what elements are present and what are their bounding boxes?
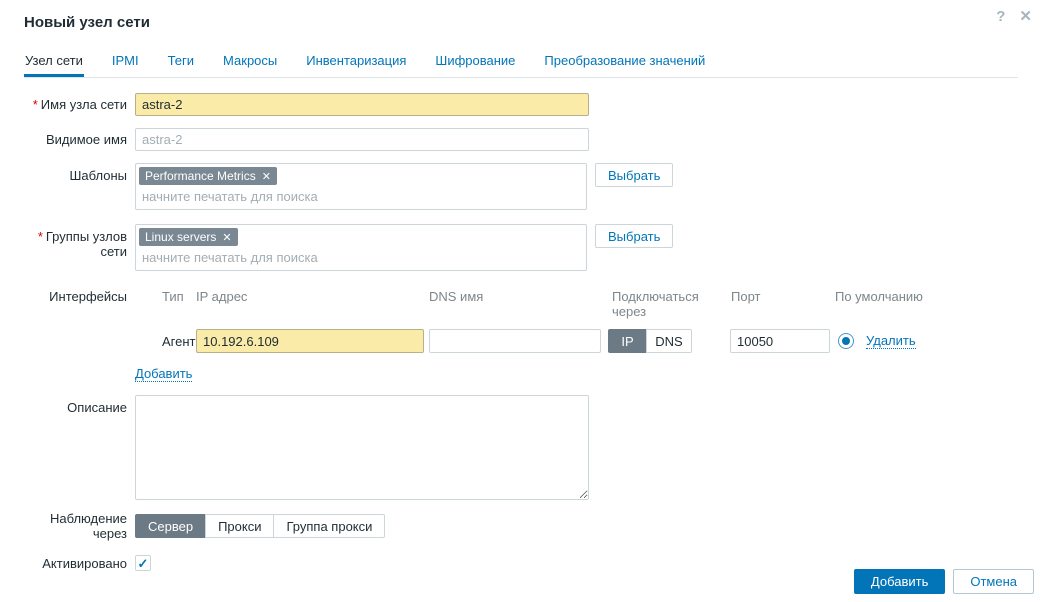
interface-port-input[interactable] (730, 329, 830, 353)
column-default: По умолчанию (835, 289, 923, 319)
enabled-label: Активировано (24, 556, 135, 571)
host-groups-multiselect[interactable]: Linux servers начните печатать для поиск… (135, 224, 587, 271)
monitored-by-toggle: Сервер Прокси Группа прокси (135, 514, 385, 538)
column-type: Тип (162, 289, 196, 319)
enabled-checkbox[interactable] (135, 555, 151, 571)
connect-via-ip-option[interactable]: IP (608, 329, 646, 353)
tab-host[interactable]: Узел сети (24, 49, 84, 77)
remove-chip-icon[interactable] (262, 170, 271, 183)
description-label: Описание (24, 395, 135, 415)
visible-name-label: Видимое имя (24, 132, 135, 147)
dialog-title: Новый узел сети (24, 14, 1018, 31)
row-visible-name: Видимое имя (24, 128, 1042, 151)
tab-ipmi[interactable]: IPMI (111, 49, 140, 77)
interface-remove-link[interactable]: Удалить (866, 333, 916, 349)
tab-value-mapping[interactable]: Преобразование значений (543, 49, 706, 77)
monitored-by-server-option[interactable]: Сервер (135, 514, 205, 538)
column-port: Порт (731, 289, 835, 319)
host-form: *Имя узла сети Видимое имя Шаблоны Perfo… (0, 93, 1042, 571)
row-host-name: *Имя узла сети (24, 93, 1042, 116)
column-connect-via: Подключаться через (612, 289, 731, 319)
interface-dns-input[interactable] (429, 329, 601, 353)
host-groups-search-placeholder: начните печатать для поиска (139, 246, 583, 267)
remove-chip-icon[interactable] (222, 231, 231, 244)
tab-tags[interactable]: Теги (167, 49, 195, 77)
template-chip: Performance Metrics (139, 167, 277, 185)
row-host-groups: *Группы узлов сети Linux servers начните… (24, 224, 1042, 271)
tab-macros[interactable]: Макросы (222, 49, 278, 77)
row-templates: Шаблоны Performance Metrics начните печа… (24, 163, 1042, 210)
add-button[interactable]: Добавить (854, 569, 945, 594)
cancel-button[interactable]: Отмена (953, 569, 1034, 594)
column-dns: DNS имя (429, 289, 612, 319)
monitored-by-proxy-option[interactable]: Прокси (205, 514, 273, 538)
required-asterisk: * (38, 229, 43, 244)
connect-via-dns-option[interactable]: DNS (646, 329, 692, 353)
host-name-input[interactable] (135, 93, 589, 116)
dialog-footer: Добавить Отмена (854, 569, 1034, 594)
default-interface-radio[interactable] (838, 333, 854, 349)
row-description: Описание (24, 395, 1042, 500)
tab-encryption[interactable]: Шифрование (434, 49, 516, 77)
interface-type-label: Агент (162, 334, 196, 349)
connect-via-toggle: IP DNS (608, 329, 692, 353)
help-icon[interactable]: ? (996, 8, 1005, 26)
header-icons: ? ✕ (996, 8, 1032, 26)
templates-search-placeholder: начните печатать для поиска (139, 185, 583, 206)
host-groups-select-button[interactable]: Выбрать (595, 224, 673, 248)
interface-row-agent: Агент IP DNS Удалить (135, 329, 923, 353)
tab-inventory[interactable]: Инвентаризация (305, 49, 407, 77)
required-asterisk: * (33, 97, 38, 112)
interface-add-wrap: Добавить (135, 366, 923, 381)
host-group-chip: Linux servers (139, 228, 238, 246)
visible-name-input[interactable] (135, 128, 589, 151)
monitored-by-proxy-group-option[interactable]: Группа прокси (273, 514, 385, 538)
monitored-by-label: Наблюдение через (24, 511, 135, 541)
tab-bar: Узел сети IPMI Теги Макросы Инвентаризац… (24, 49, 1018, 78)
interfaces-label: Интерфейсы (24, 289, 135, 304)
row-monitored-by: Наблюдение через Сервер Прокси Группа пр… (24, 511, 1042, 541)
host-groups-label: *Группы узлов сети (24, 224, 135, 259)
template-chip-label: Performance Metrics (145, 169, 256, 183)
interfaces-column-headers: Тип IP адрес DNS имя Подключаться через … (135, 289, 923, 319)
host-group-chip-label: Linux servers (145, 230, 216, 244)
description-textarea[interactable] (135, 395, 589, 500)
column-ip: IP адрес (196, 289, 429, 319)
templates-select-button[interactable]: Выбрать (595, 163, 673, 187)
templates-multiselect[interactable]: Performance Metrics начните печатать для… (135, 163, 587, 210)
new-host-dialog: Новый узел сети ? ✕ Узел сети IPMI Теги … (0, 0, 1042, 602)
templates-label: Шаблоны (24, 163, 135, 183)
row-interfaces: Интерфейсы Тип IP адрес DNS имя Подключа… (24, 289, 1042, 381)
dialog-header: Новый узел сети ? ✕ (0, 0, 1042, 31)
interface-ip-input[interactable] (196, 329, 424, 353)
close-icon[interactable]: ✕ (1019, 8, 1032, 26)
host-name-label: *Имя узла сети (24, 97, 135, 112)
radio-dot (842, 337, 850, 345)
interface-add-link[interactable]: Добавить (135, 366, 192, 382)
interfaces-block: Тип IP адрес DNS имя Подключаться через … (135, 289, 923, 381)
